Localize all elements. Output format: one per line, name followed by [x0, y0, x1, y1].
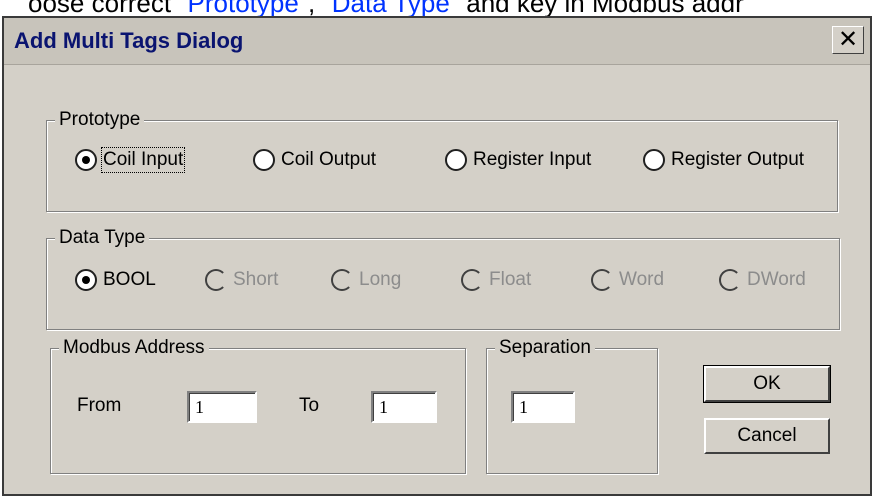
from-label: From	[77, 395, 122, 416]
radio-dword-label: DWord	[747, 269, 806, 290]
ok-button[interactable]: OK	[703, 365, 831, 403]
data-type-group: Data Type BOOL Short Long Float Word DWo…	[46, 227, 840, 330]
radio-register-output[interactable]: Register Output	[643, 149, 804, 171]
radio-coil-input-label: Coil Input	[100, 147, 186, 173]
radio-float: Float	[461, 269, 531, 291]
radio-coil-input[interactable]: Coil Input	[75, 147, 186, 173]
radio-checked-icon	[75, 149, 97, 171]
radio-short-label: Short	[233, 269, 279, 290]
radio-word: Word	[591, 269, 664, 291]
modbus-address-group: Modbus Address From 1 To 1	[50, 337, 466, 474]
radio-checked-icon	[75, 269, 97, 291]
radio-short: Short	[205, 269, 278, 291]
radio-bool[interactable]: BOOL	[75, 269, 156, 291]
radio-register-output-label: Register Output	[671, 149, 805, 170]
radio-dword: DWord	[719, 269, 806, 291]
radio-disabled-icon	[205, 269, 227, 291]
to-label: To	[299, 395, 320, 416]
radio-float-label: Float	[489, 269, 532, 290]
to-address-input[interactable]: 1	[371, 391, 437, 423]
radio-unchecked-icon	[445, 149, 467, 171]
modbus-address-group-label: Modbus Address	[59, 337, 209, 359]
data-type-group-label: Data Type	[55, 227, 150, 249]
add-multi-tags-dialog: Add Multi Tags Dialog ✕ Prototype Coil I…	[2, 16, 872, 496]
radio-register-input-label: Register Input	[473, 149, 592, 170]
radio-disabled-icon	[719, 269, 741, 291]
radio-unchecked-icon	[253, 149, 275, 171]
dialog-title: Add Multi Tags Dialog	[14, 28, 244, 53]
close-icon: ✕	[837, 26, 859, 53]
prototype-group-label: Prototype	[55, 109, 145, 131]
from-address-input[interactable]: 1	[187, 391, 257, 423]
radio-long: Long	[331, 269, 401, 291]
separation-input[interactable]: 1	[511, 391, 575, 423]
radio-disabled-icon	[461, 269, 483, 291]
close-button[interactable]: ✕	[832, 26, 864, 54]
radio-disabled-icon	[591, 269, 613, 291]
radio-long-label: Long	[359, 269, 402, 290]
radio-bool-label: BOOL	[103, 269, 156, 290]
prototype-group: Prototype Coil Input Coil Output Registe…	[46, 109, 838, 212]
radio-coil-output-label: Coil Output	[281, 149, 377, 170]
radio-word-label: Word	[619, 269, 665, 290]
radio-disabled-icon	[331, 269, 353, 291]
radio-coil-output[interactable]: Coil Output	[253, 149, 376, 171]
radio-unchecked-icon	[643, 149, 665, 171]
separation-group: Separation 1	[486, 337, 658, 474]
title-bar[interactable]: Add Multi Tags Dialog ✕	[4, 18, 870, 65]
radio-register-input[interactable]: Register Input	[445, 149, 591, 171]
cancel-button[interactable]: Cancel	[704, 418, 830, 454]
separation-group-label: Separation	[495, 337, 595, 359]
